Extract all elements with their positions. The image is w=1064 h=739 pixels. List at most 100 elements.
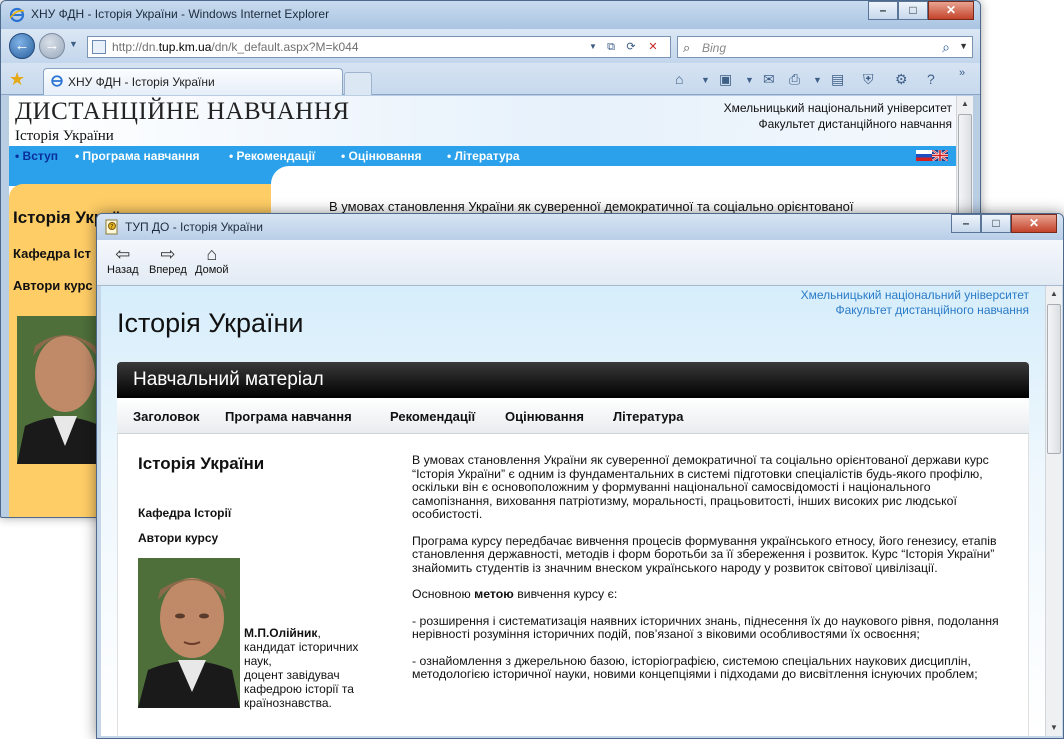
author-name: М.П.Олійник (244, 626, 318, 640)
viewer-forward-button[interactable]: ⇨ Вперед (149, 244, 187, 276)
viewer-scroll-down-icon[interactable]: ▼ (1046, 720, 1062, 736)
search-input[interactable]: Bing (702, 41, 726, 55)
site-title: ДИСТАНЦІЙНЕ НАВЧАННЯ (15, 98, 350, 125)
viewer-university-link[interactable]: Хмельницький національний університет (801, 288, 1029, 303)
menu-item-literature[interactable]: • Література (447, 149, 520, 163)
help-icon[interactable]: ? (927, 71, 935, 87)
menu-item-title[interactable]: Заголовок (133, 409, 200, 424)
content-panel: Історія України Кафедра Історії Автори к… (117, 434, 1029, 736)
course-title: Історія України (117, 308, 304, 338)
university-name: Хмельницький національний університет (723, 101, 952, 115)
section-banner-title: Навчальний матеріал (133, 369, 324, 390)
safety-icon[interactable]: ⛨ (863, 71, 874, 88)
search-box[interactable]: ⌕ Bing ⌕ ▼ (677, 36, 973, 58)
menu-item-grading[interactable]: Оцінювання (505, 409, 584, 424)
sidebar-authors: Автори курс (13, 278, 93, 293)
menu-item-recommendations[interactable]: • Рекомендації (229, 149, 315, 163)
home-dropdown-icon[interactable]: ▼ (701, 75, 710, 85)
content-heading: Історія України (138, 454, 265, 473)
russian-flag-icon[interactable] (916, 150, 932, 161)
page-icon (92, 40, 106, 54)
tab-ie-icon (51, 75, 63, 87)
home-icon: ⌂ (206, 244, 218, 264)
back-arrow-icon[interactable]: ← (9, 33, 35, 59)
viewer-minimize-button[interactable]: – (951, 214, 981, 233)
course-menu: Заголовок Програма навчання Рекомендації… (117, 398, 1029, 434)
mail-icon[interactable]: ✉ (763, 71, 775, 88)
authors-label: Автори курсу (138, 531, 219, 545)
address-url[interactable]: http://dn.tup.km.ua/dn/k_default.aspx?M=… (112, 40, 359, 54)
help-viewer-window: ? ТУП ДО - Історія України – □ ✕ ⇦ Назад… (96, 213, 1064, 739)
site-header: ДИСТАНЦІЙНЕ НАВЧАННЯ Історія України Хме… (9, 96, 956, 146)
author-info: М.П.Олійник, кандидат історичних наук, д… (244, 626, 384, 710)
ie-logo-icon (9, 7, 25, 23)
site-menu: • Вступ • Програма навчання • Рекомендац… (9, 146, 956, 166)
viewer-window-title: ТУП ДО - Історія України (125, 220, 263, 234)
viewer-maximize-button[interactable]: □ (981, 214, 1011, 233)
viewer-scroll-thumb[interactable] (1047, 304, 1061, 454)
ie-window-title: ХНУ ФДН - Історія України - Windows Inte… (31, 7, 330, 21)
menu-item-intro[interactable]: • Вступ (15, 149, 58, 163)
address-bar[interactable]: http://dn.tup.km.ua/dn/k_default.aspx?M=… (87, 36, 671, 58)
viewer-toolbar: ⇦ Назад ⇨ Вперед ⌂ Домой (97, 240, 1063, 286)
viewer-university-block: Хмельницький національний університет Фа… (801, 288, 1029, 318)
print-icon[interactable]: ⎙ (789, 71, 800, 88)
tab-label: ХНУ ФДН - Історія України (68, 75, 215, 89)
search-icon[interactable]: ⌕ (942, 39, 950, 56)
university-block: Хмельницький національний університет Фа… (724, 100, 952, 132)
viewer-scroll-up-icon[interactable]: ▲ (1046, 286, 1062, 302)
menu-item-recommendations[interactable]: Рекомендації (390, 409, 475, 424)
tools-gear-icon[interactable]: ⚙ (895, 71, 908, 88)
language-flags (916, 150, 948, 161)
site-subtitle: Історія України (15, 128, 114, 144)
ie-navbar: ← → ▼ http://dn.tup.km.ua/dn/k_default.a… (1, 29, 980, 63)
home-icon[interactable]: ⌂ (675, 71, 683, 87)
search-options-icon[interactable]: ▼ (959, 41, 968, 51)
svg-text:?: ? (110, 223, 113, 230)
department-label: Кафедра Історії (138, 506, 232, 520)
print-dropdown-icon[interactable]: ▼ (813, 75, 822, 85)
new-tab-button[interactable] (344, 72, 372, 95)
forward-icon: ⇨ (160, 244, 176, 264)
more-commands-icon[interactable]: » (959, 67, 965, 79)
menu-item-literature[interactable]: Література (613, 409, 683, 424)
section-banner: Навчальний матеріал (117, 362, 1029, 398)
close-button[interactable]: ✕ (928, 1, 974, 20)
viewer-home-button[interactable]: ⌂ Домой (195, 244, 229, 276)
paragraph-1: В умовах становлення України як суверенн… (412, 453, 989, 521)
viewer-titlebar: ? ТУП ДО - Історія України – □ ✕ (97, 214, 1063, 240)
menu-item-program[interactable]: • Програма навчання (75, 149, 200, 163)
tab-current[interactable]: ХНУ ФДН - Історія України (43, 68, 343, 95)
feeds-icon[interactable]: ▣ (719, 71, 732, 88)
viewer-content: Хмельницький національний університет Фа… (101, 286, 1045, 736)
feeds-dropdown-icon[interactable]: ▼ (745, 75, 754, 85)
maximize-button[interactable]: □ (898, 1, 928, 20)
paragraph-2: Програма курсу передбачає вивчення проце… (412, 533, 997, 575)
history-dropdown-icon[interactable]: ▼ (69, 39, 78, 49)
menu-item-program[interactable]: Програма навчання (225, 409, 352, 424)
ie-tab-row: ★ ХНУ ФДН - Історія України ⌂ ▼ ▣ ▼ ✉ ⎙ … (1, 63, 980, 95)
help-file-icon: ? (105, 219, 118, 235)
faculty-name: Факультет дистанційного навчання (758, 117, 952, 131)
author-photo (17, 316, 107, 464)
paragraph-4: - розширення і систематизація наявних іс… (412, 613, 999, 641)
paragraph-5: - ознайомлення з джерельною базою, істор… (412, 653, 978, 681)
intro-text: В умовах становлення України як суверенн… (329, 199, 854, 214)
viewer-close-button[interactable]: ✕ (1011, 214, 1057, 233)
menu-item-grading[interactable]: • Оцінювання (341, 149, 421, 163)
uk-flag-icon[interactable] (932, 150, 948, 161)
refresh-icon[interactable]: ⟳ (622, 39, 640, 55)
compat-view-icon[interactable]: ⧉ (602, 39, 620, 55)
minimize-button[interactable]: – (868, 1, 898, 20)
back-icon: ⇦ (115, 244, 131, 264)
address-dropdown-icon[interactable]: ▼ (584, 39, 602, 55)
author-photo (138, 558, 240, 708)
stop-icon[interactable]: ✕ (644, 39, 662, 55)
scroll-up-icon[interactable]: ▲ (957, 96, 973, 112)
viewer-faculty-link[interactable]: Факультет дистанційного навчання (801, 303, 1029, 318)
page-menu-icon[interactable]: ▤ (831, 71, 844, 88)
viewer-scrollbar[interactable]: ▲ ▼ (1045, 286, 1062, 736)
forward-arrow-icon[interactable]: → (39, 33, 65, 59)
favorites-star-icon[interactable]: ★ (9, 69, 25, 90)
viewer-back-button[interactable]: ⇦ Назад (107, 244, 139, 276)
